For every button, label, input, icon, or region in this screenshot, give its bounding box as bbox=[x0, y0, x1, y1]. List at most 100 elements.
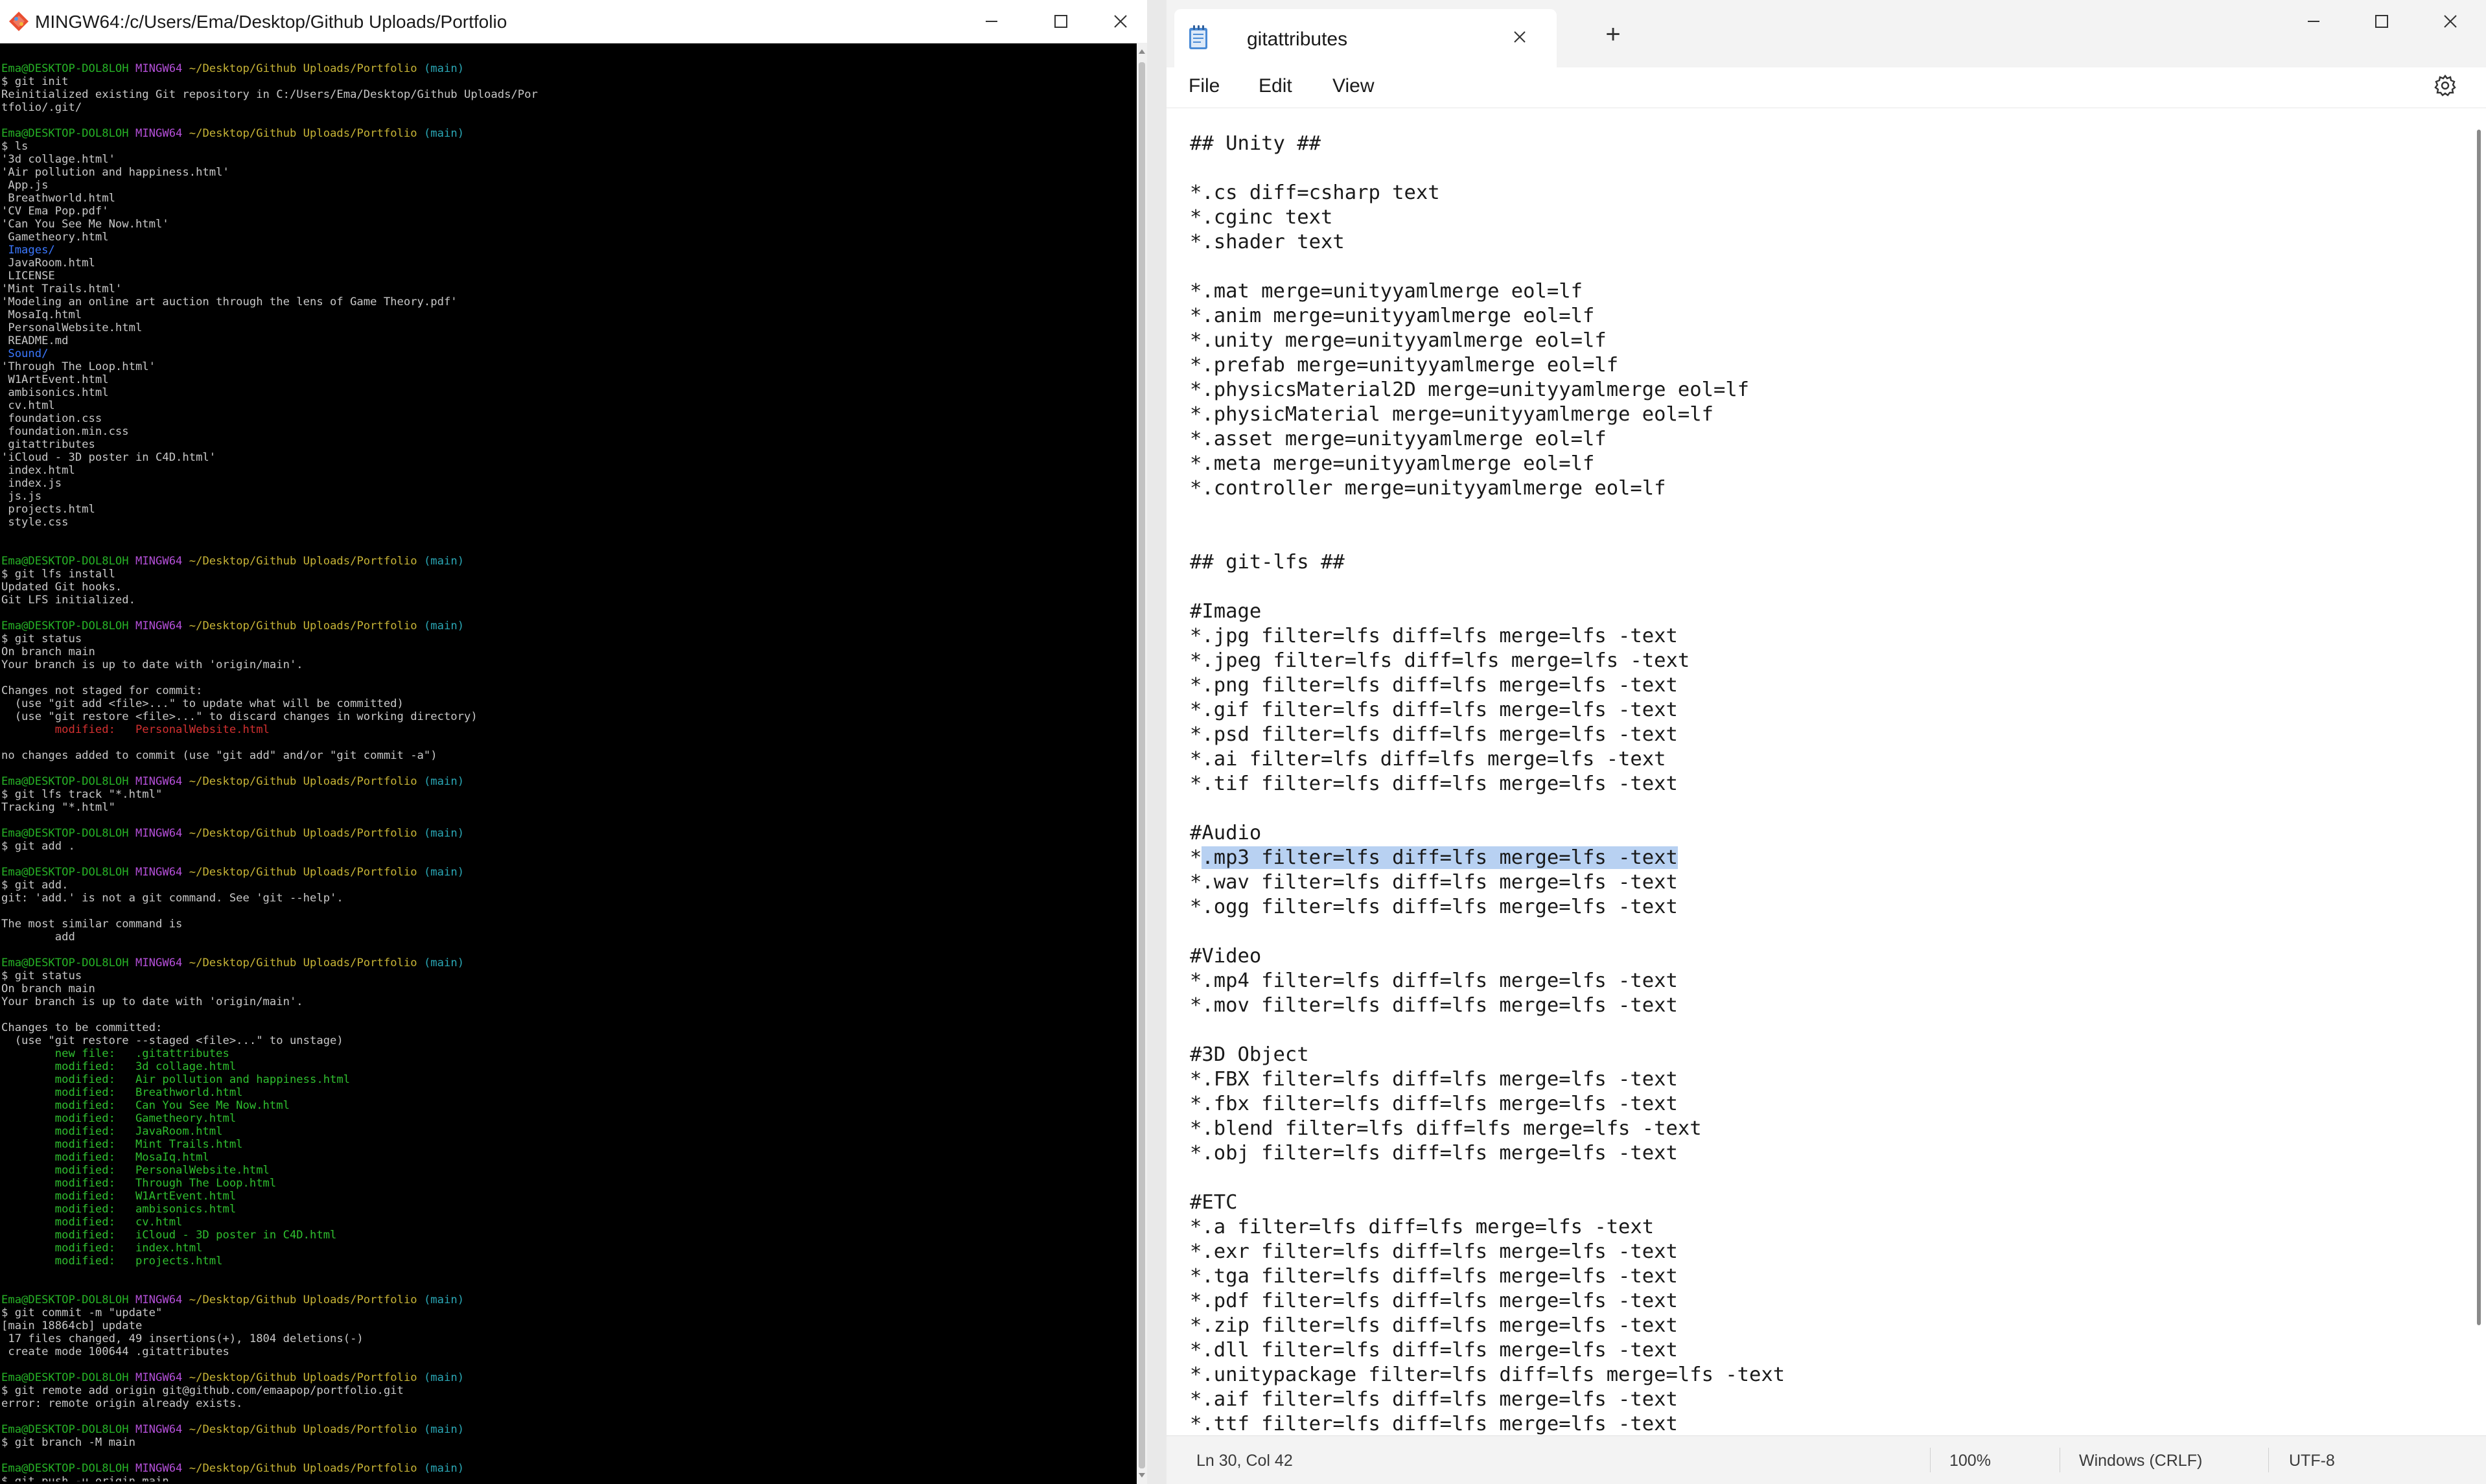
encoding[interactable]: UTF-8 bbox=[2289, 1452, 2335, 1470]
editor-line[interactable]: *.wav filter=lfs diff=lfs merge=lfs -tex… bbox=[1190, 871, 1678, 894]
line-ending[interactable]: Windows (CRLF) bbox=[2079, 1452, 2202, 1470]
command-line: $ git status bbox=[1, 969, 82, 982]
prompt-shell: MINGW64 bbox=[135, 1293, 183, 1306]
editor-line[interactable]: *.controller merge=unityyamlmerge eol=lf bbox=[1190, 477, 1666, 500]
notepad-editor[interactable]: ## Unity ## *.cs diff=csharp text *.cgin… bbox=[1167, 108, 2463, 1435]
prompt-branch: (main) bbox=[423, 827, 465, 840]
notepad-tabstrip[interactable]: gitattributes + bbox=[1167, 0, 2486, 67]
editor-line[interactable]: *.unitypackage filter=lfs diff=lfs merge… bbox=[1190, 1363, 1785, 1386]
settings-button[interactable] bbox=[2425, 67, 2465, 104]
editor-line[interactable]: *.FBX filter=lfs diff=lfs merge=lfs -tex… bbox=[1190, 1068, 1678, 1091]
editor-line[interactable]: *.unity merge=unityyamlmerge eol=lf bbox=[1190, 329, 1607, 352]
editor-line[interactable]: *.shader text bbox=[1190, 231, 1345, 253]
editor-line[interactable]: *.obj filter=lfs diff=lfs merge=lfs -tex… bbox=[1190, 1142, 1678, 1165]
editor-line[interactable]: *.blend filter=lfs diff=lfs merge=lfs -t… bbox=[1190, 1117, 1702, 1140]
menu-file[interactable]: File bbox=[1186, 71, 1222, 101]
editor-line[interactable]: #3D Object bbox=[1190, 1043, 1309, 1066]
tab-gitattributes[interactable]: gitattributes bbox=[1174, 9, 1557, 67]
terminal-output[interactable]: Ema@DESKTOP-DOL8LOH MINGW64 ~/Desktop/Gi… bbox=[0, 49, 1137, 1481]
editor-line[interactable]: *.gif filter=lfs diff=lfs merge=lfs -tex… bbox=[1190, 699, 1678, 721]
output-line: (use "git add <file>..." to update what … bbox=[1, 697, 404, 710]
command-line: $ git remote add origin git@github.com/e… bbox=[1, 1384, 404, 1397]
editor-line[interactable]: *.ttf filter=lfs diff=lfs merge=lfs -tex… bbox=[1190, 1413, 1678, 1435]
zoom-level[interactable]: 100% bbox=[1949, 1452, 1991, 1470]
output-line: cv.html bbox=[1, 399, 55, 412]
prompt-path: ~/Desktop/Github Uploads/Portfolio bbox=[189, 127, 417, 140]
editor-line[interactable]: *.png filter=lfs diff=lfs merge=lfs -tex… bbox=[1190, 674, 1678, 697]
menu-edit[interactable]: Edit bbox=[1256, 71, 1295, 101]
prompt-user: Ema@DESKTOP-DOL8LOH bbox=[1, 1371, 129, 1384]
command-line: $ git commit -m "update" bbox=[1, 1306, 163, 1319]
editor-line[interactable]: ## Unity ## bbox=[1190, 132, 1321, 155]
prompt-user: Ema@DESKTOP-DOL8LOH bbox=[1, 555, 129, 568]
editor-line[interactable]: *.exr filter=lfs diff=lfs merge=lfs -tex… bbox=[1190, 1240, 1678, 1263]
notepad-statusbar: Ln 30, Col 42 100% Windows (CRLF) UTF-8 bbox=[1167, 1435, 2486, 1484]
output-line: modified: 3d collage.html bbox=[1, 1060, 237, 1073]
notepad-window[interactable]: gitattributes + File Edit View ## Unity … bbox=[1167, 0, 2486, 1484]
scroll-up-icon[interactable] bbox=[1139, 49, 1145, 54]
terminal-titlebar[interactable]: MINGW64:/c/Users/Ema/Desktop/Github Uplo… bbox=[0, 0, 1147, 43]
terminal-scroll-thumb[interactable] bbox=[1139, 62, 1145, 1468]
editor-line[interactable]: #Image bbox=[1190, 600, 1261, 623]
editor-line[interactable]: *.asset merge=unityyamlmerge eol=lf bbox=[1190, 428, 1607, 450]
terminal-window[interactable]: MINGW64:/c/Users/Ema/Desktop/Github Uplo… bbox=[0, 0, 1147, 1484]
editor-line[interactable]: *.ai filter=lfs diff=lfs merge=lfs -text bbox=[1190, 748, 1666, 771]
terminal-close-button[interactable] bbox=[1094, 0, 1147, 43]
editor-line[interactable]: *.jpg filter=lfs diff=lfs merge=lfs -tex… bbox=[1190, 625, 1678, 647]
command-line: $ git add . bbox=[1, 840, 75, 853]
terminal-maximize-button[interactable] bbox=[1025, 0, 1097, 43]
gear-icon bbox=[2434, 75, 2456, 97]
editor-line[interactable]: *.tga filter=lfs diff=lfs merge=lfs -tex… bbox=[1190, 1265, 1678, 1288]
prompt-shell: MINGW64 bbox=[135, 866, 183, 879]
editor-line[interactable]: *.cginc text bbox=[1190, 206, 1332, 229]
tab-close-button[interactable] bbox=[1509, 26, 1531, 48]
close-icon bbox=[1114, 15, 1127, 28]
editor-line[interactable]: *.mp4 filter=lfs diff=lfs merge=lfs -tex… bbox=[1190, 969, 1678, 992]
editor-line[interactable]: ## git-lfs ## bbox=[1190, 551, 1345, 574]
new-tab-button[interactable]: + bbox=[1598, 19, 1628, 49]
editor-line[interactable]: *.anim merge=unityyamlmerge eol=lf bbox=[1190, 305, 1594, 327]
editor-line[interactable]: *.cs diff=csharp text bbox=[1190, 181, 1440, 204]
output-line: modified: iCloud - 3D poster in C4D.html bbox=[1, 1229, 337, 1242]
editor-line[interactable]: *.a filter=lfs diff=lfs merge=lfs -text bbox=[1190, 1216, 1654, 1238]
editor-line[interactable]: *.ogg filter=lfs diff=lfs merge=lfs -tex… bbox=[1190, 896, 1678, 918]
terminal-scrollbar[interactable] bbox=[1137, 43, 1147, 1484]
editor-text[interactable]: ## Unity ## *.cs diff=csharp text *.cgin… bbox=[1167, 108, 2463, 1435]
text-selection[interactable]: .mp3 filter=lfs diff=lfs merge=lfs -text bbox=[1202, 846, 1678, 869]
editor-line[interactable]: *.jpeg filter=lfs diff=lfs merge=lfs -te… bbox=[1190, 649, 1690, 672]
output-line: 'CV Ema Pop.pdf' bbox=[1, 205, 109, 218]
editor-line[interactable]: *.psd filter=lfs diff=lfs merge=lfs -tex… bbox=[1190, 723, 1678, 746]
editor-line[interactable]: *.aif filter=lfs diff=lfs merge=lfs -tex… bbox=[1190, 1388, 1678, 1411]
editor-line[interactable]: *.pdf filter=lfs diff=lfs merge=lfs -tex… bbox=[1190, 1290, 1678, 1312]
editor-line[interactable]: *.physicsMaterial2D merge=unityyamlmerge… bbox=[1190, 378, 1749, 401]
command-line: $ git status bbox=[1, 632, 82, 645]
output-line: style.css bbox=[1, 516, 69, 529]
editor-line[interactable]: #ETC bbox=[1190, 1191, 1237, 1214]
cursor-position: Ln 30, Col 42 bbox=[1196, 1452, 1293, 1470]
notepad-scrollbar[interactable] bbox=[2477, 130, 2481, 1325]
editor-line[interactable]: *.prefab merge=unityyamlmerge eol=lf bbox=[1190, 354, 1618, 377]
editor-line[interactable]: *.physicMaterial merge=unityyamlmerge eo… bbox=[1190, 403, 1713, 426]
editor-line[interactable]: #Audio bbox=[1190, 822, 1261, 844]
editor-line[interactable]: *.mat merge=unityyamlmerge eol=lf bbox=[1190, 280, 1583, 303]
editor-line[interactable]: *.mov filter=lfs diff=lfs merge=lfs -tex… bbox=[1190, 994, 1678, 1017]
output-line: Your branch is up to date with 'origin/m… bbox=[1, 995, 303, 1008]
notepad-minimize-button[interactable] bbox=[2278, 0, 2349, 43]
prompt-user: Ema@DESKTOP-DOL8LOH bbox=[1, 620, 129, 632]
editor-line[interactable]: *.dll filter=lfs diff=lfs merge=lfs -tex… bbox=[1190, 1339, 1678, 1362]
output-line: Updated Git hooks. bbox=[1, 581, 122, 594]
terminal-minimize-button[interactable] bbox=[956, 0, 1027, 43]
editor-line[interactable]: *.zip filter=lfs diff=lfs merge=lfs -tex… bbox=[1190, 1314, 1678, 1337]
notepad-close-button[interactable] bbox=[2415, 0, 2486, 43]
notepad-maximize-button[interactable] bbox=[2346, 0, 2417, 43]
menu-view[interactable]: View bbox=[1330, 71, 1377, 101]
editor-line[interactable]: *.meta merge=unityyamlmerge eol=lf bbox=[1190, 452, 1594, 475]
editor-line[interactable]: *.mp3 filter=lfs diff=lfs merge=lfs -tex… bbox=[1190, 846, 1678, 869]
editor-line[interactable]: *.tif filter=lfs diff=lfs merge=lfs -tex… bbox=[1190, 772, 1678, 795]
maximize-icon bbox=[2375, 15, 2388, 28]
editor-line[interactable]: #Video bbox=[1190, 945, 1261, 968]
editor-line[interactable]: *.fbx filter=lfs diff=lfs merge=lfs -tex… bbox=[1190, 1093, 1678, 1115]
command-line: $ git lfs install bbox=[1, 568, 115, 581]
scroll-down-icon[interactable] bbox=[1139, 1473, 1145, 1478]
prompt-path: ~/Desktop/Github Uploads/Portfolio bbox=[189, 555, 417, 568]
